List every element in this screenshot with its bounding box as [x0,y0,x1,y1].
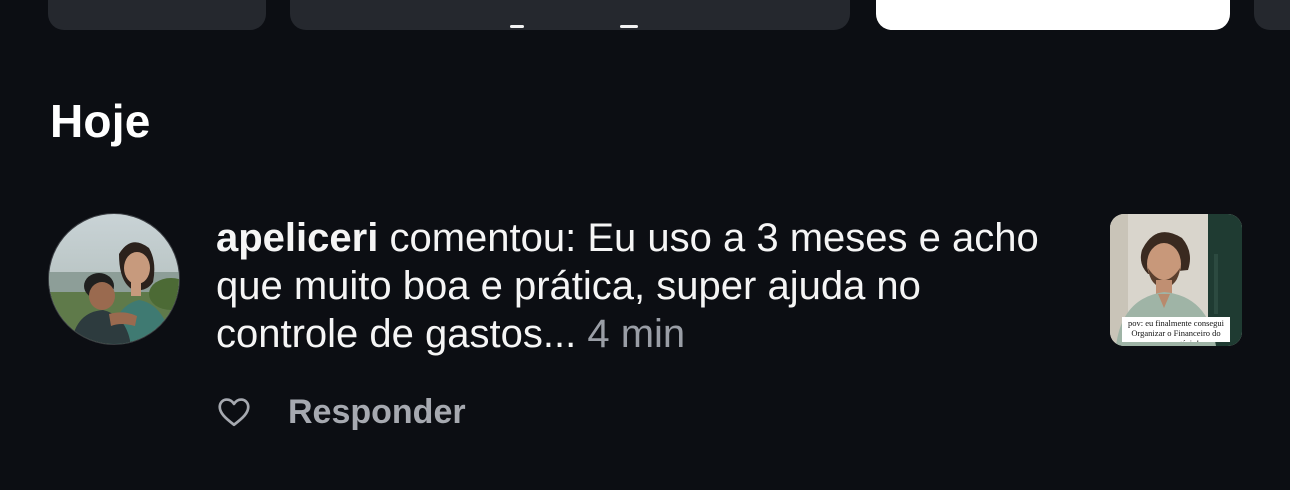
section-title: Hoje [50,95,151,147]
timestamp: 4 min [587,312,686,356]
filter-chips-row [0,0,1290,32]
notification-text: apeliceri comentou: Eu uso a 3 meses e a… [216,214,1056,358]
chip-text-fragment [510,25,524,28]
username-link[interactable]: apeliceri [216,216,378,260]
filter-chip[interactable] [290,0,850,30]
avatar[interactable] [48,213,180,345]
avatar-image [49,214,179,344]
reply-button[interactable]: Responder [288,393,466,432]
filter-chip[interactable] [1254,0,1290,30]
filter-chip-active[interactable] [876,0,1230,30]
heart-outline-icon[interactable] [216,394,252,430]
post-thumbnail-caption: pov: eu finalmente consegui Organizar o … [1122,317,1230,342]
chip-text-fragment [620,25,638,28]
filter-chip[interactable] [48,0,266,30]
post-thumbnail[interactable]: pov: eu finalmente consegui Organizar o … [1110,214,1242,346]
notification-actions: Responder [216,388,466,436]
